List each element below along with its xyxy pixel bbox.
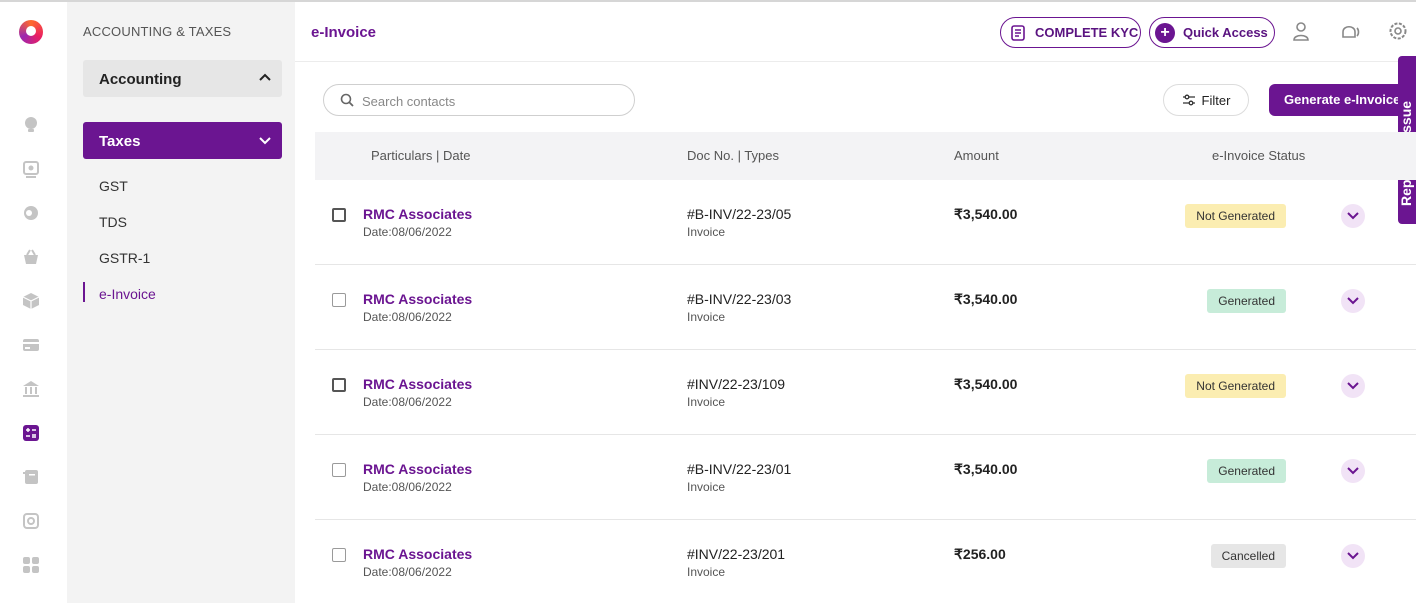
contact-name-link[interactable]: RMC Associates [363,291,472,307]
doc-type: Invoice [687,565,726,579]
active-indicator [83,282,85,302]
expand-row-button[interactable] [1341,374,1365,398]
doc-type: Invoice [687,395,726,409]
status-badge: Cancelled [1210,544,1286,568]
doc-number: #INV/22-23/201 [687,546,786,562]
settings-gear-icon[interactable] [22,512,40,530]
ledger-icon[interactable] [22,468,40,486]
filter-label: Filter [1201,92,1231,108]
column-header-doc-no[interactable]: Doc No. | Types [687,148,779,163]
status-badge: Not Generated [1185,374,1286,398]
quick-access-button[interactable]: + Quick Access [1149,17,1275,48]
chevron-down-icon [1347,382,1359,390]
complete-kyc-label: COMPLETE KYC [1035,25,1139,40]
accounting-menu-toggle[interactable]: Accounting [83,60,282,97]
chevron-down-icon [1347,552,1359,560]
row-date: Date:08/06/2022 [363,565,452,579]
chevron-up-icon [259,73,271,81]
table-row[interactable]: RMC Associates Date:08/06/2022 #INV/22-2… [315,520,1416,603]
table-row[interactable]: RMC Associates Date:08/06/2022 #INV/22-2… [315,350,1416,435]
row-amount: ₹3,540.00 [954,376,1018,392]
filter-sliders-icon [1182,94,1195,106]
column-header-amount[interactable]: Amount [954,148,999,163]
row-amount: ₹3,540.00 [954,291,1018,307]
doc-number: #B-INV/22-23/03 [687,291,792,307]
generate-e-invoice-button[interactable]: Generate e-Invoice [1269,84,1416,116]
doc-type: Invoice [687,310,726,324]
chevron-down-icon [1347,297,1359,305]
gear-icon[interactable] [1387,20,1409,42]
chevron-down-icon [1347,467,1359,475]
chevron-down-icon [259,137,271,145]
row-amount: ₹256.00 [954,546,1006,562]
support-icon[interactable] [1339,20,1361,42]
top-header: e-Invoice COMPLETE KYC + Quick Access [295,2,1416,62]
table-row[interactable]: RMC Associates Date:08/06/2022 #B-INV/22… [315,180,1416,265]
doc-number: #B-INV/22-23/01 [687,461,792,477]
row-date: Date:08/06/2022 [363,395,452,409]
app-logo[interactable] [19,20,43,44]
row-amount: ₹3,540.00 [954,206,1018,222]
status-badge: Not Generated [1185,204,1286,228]
column-header-status[interactable]: e-Invoice Status [1212,148,1305,163]
doc-number: #B-INV/22-23/05 [687,206,792,222]
chevron-down-icon [1347,212,1359,220]
user-profile-icon[interactable] [1291,20,1313,42]
coins-icon[interactable] [22,204,40,222]
basket-icon[interactable] [22,248,40,266]
box-icon[interactable] [22,292,40,310]
row-date: Date:08/06/2022 [363,480,452,494]
lightbulb-icon[interactable] [22,116,40,134]
expand-row-button[interactable] [1341,204,1365,228]
taxes-label: Taxes [99,133,141,150]
row-date: Date:08/06/2022 [363,310,452,324]
section-title: ACCOUNTING & TAXES [83,24,232,39]
table-row[interactable]: RMC Associates Date:08/06/2022 #B-INV/22… [315,265,1416,350]
sub-navigation: ACCOUNTING & TAXES Accounting Taxes GST … [67,2,295,603]
row-checkbox[interactable] [332,378,346,392]
filter-button[interactable]: Filter [1163,84,1249,116]
row-checkbox[interactable] [332,293,346,307]
document-icon [1011,24,1025,41]
sidebar-item-gst[interactable]: GST [99,178,128,194]
expand-row-button[interactable] [1341,544,1365,568]
plus-icon: + [1155,22,1175,43]
table-row[interactable]: RMC Associates Date:08/06/2022 #B-INV/22… [315,435,1416,520]
search-input[interactable] [362,91,622,111]
sidebar-item-tds[interactable]: TDS [99,214,127,230]
apps-icon[interactable] [22,556,40,574]
page-title: e-Invoice [311,24,377,41]
icon-rail [0,2,67,603]
expand-row-button[interactable] [1341,459,1365,483]
contact-name-link[interactable]: RMC Associates [363,461,472,477]
quick-access-label: Quick Access [1183,25,1268,40]
status-badge: Generated [1207,459,1286,483]
table-header: Particulars | Date Doc No. | Types Amoun… [315,132,1416,180]
calculator-icon[interactable] [22,424,40,442]
search-box[interactable] [323,84,635,116]
card-icon[interactable] [22,336,40,354]
row-checkbox[interactable] [332,463,346,477]
search-icon [340,93,354,107]
row-checkbox[interactable] [332,548,346,562]
sidebar-item-e-invoice[interactable]: e-Invoice [99,286,156,302]
complete-kyc-button[interactable]: COMPLETE KYC [1000,17,1141,48]
row-checkbox[interactable] [332,208,346,222]
taxes-menu-toggle[interactable]: Taxes [83,122,282,159]
row-date: Date:08/06/2022 [363,225,452,239]
contact-icon[interactable] [22,160,40,178]
contact-name-link[interactable]: RMC Associates [363,206,472,222]
doc-type: Invoice [687,480,726,494]
status-badge: Generated [1207,289,1286,313]
row-amount: ₹3,540.00 [954,461,1018,477]
bank-icon[interactable] [22,380,40,398]
contact-name-link[interactable]: RMC Associates [363,546,472,562]
sidebar-item-gstr-1[interactable]: GSTR-1 [99,250,150,266]
expand-row-button[interactable] [1341,289,1365,313]
column-header-particulars[interactable]: Particulars | Date [371,148,470,163]
doc-type: Invoice [687,225,726,239]
contact-name-link[interactable]: RMC Associates [363,376,472,392]
accounting-label: Accounting [99,71,182,88]
doc-number: #INV/22-23/109 [687,376,786,392]
